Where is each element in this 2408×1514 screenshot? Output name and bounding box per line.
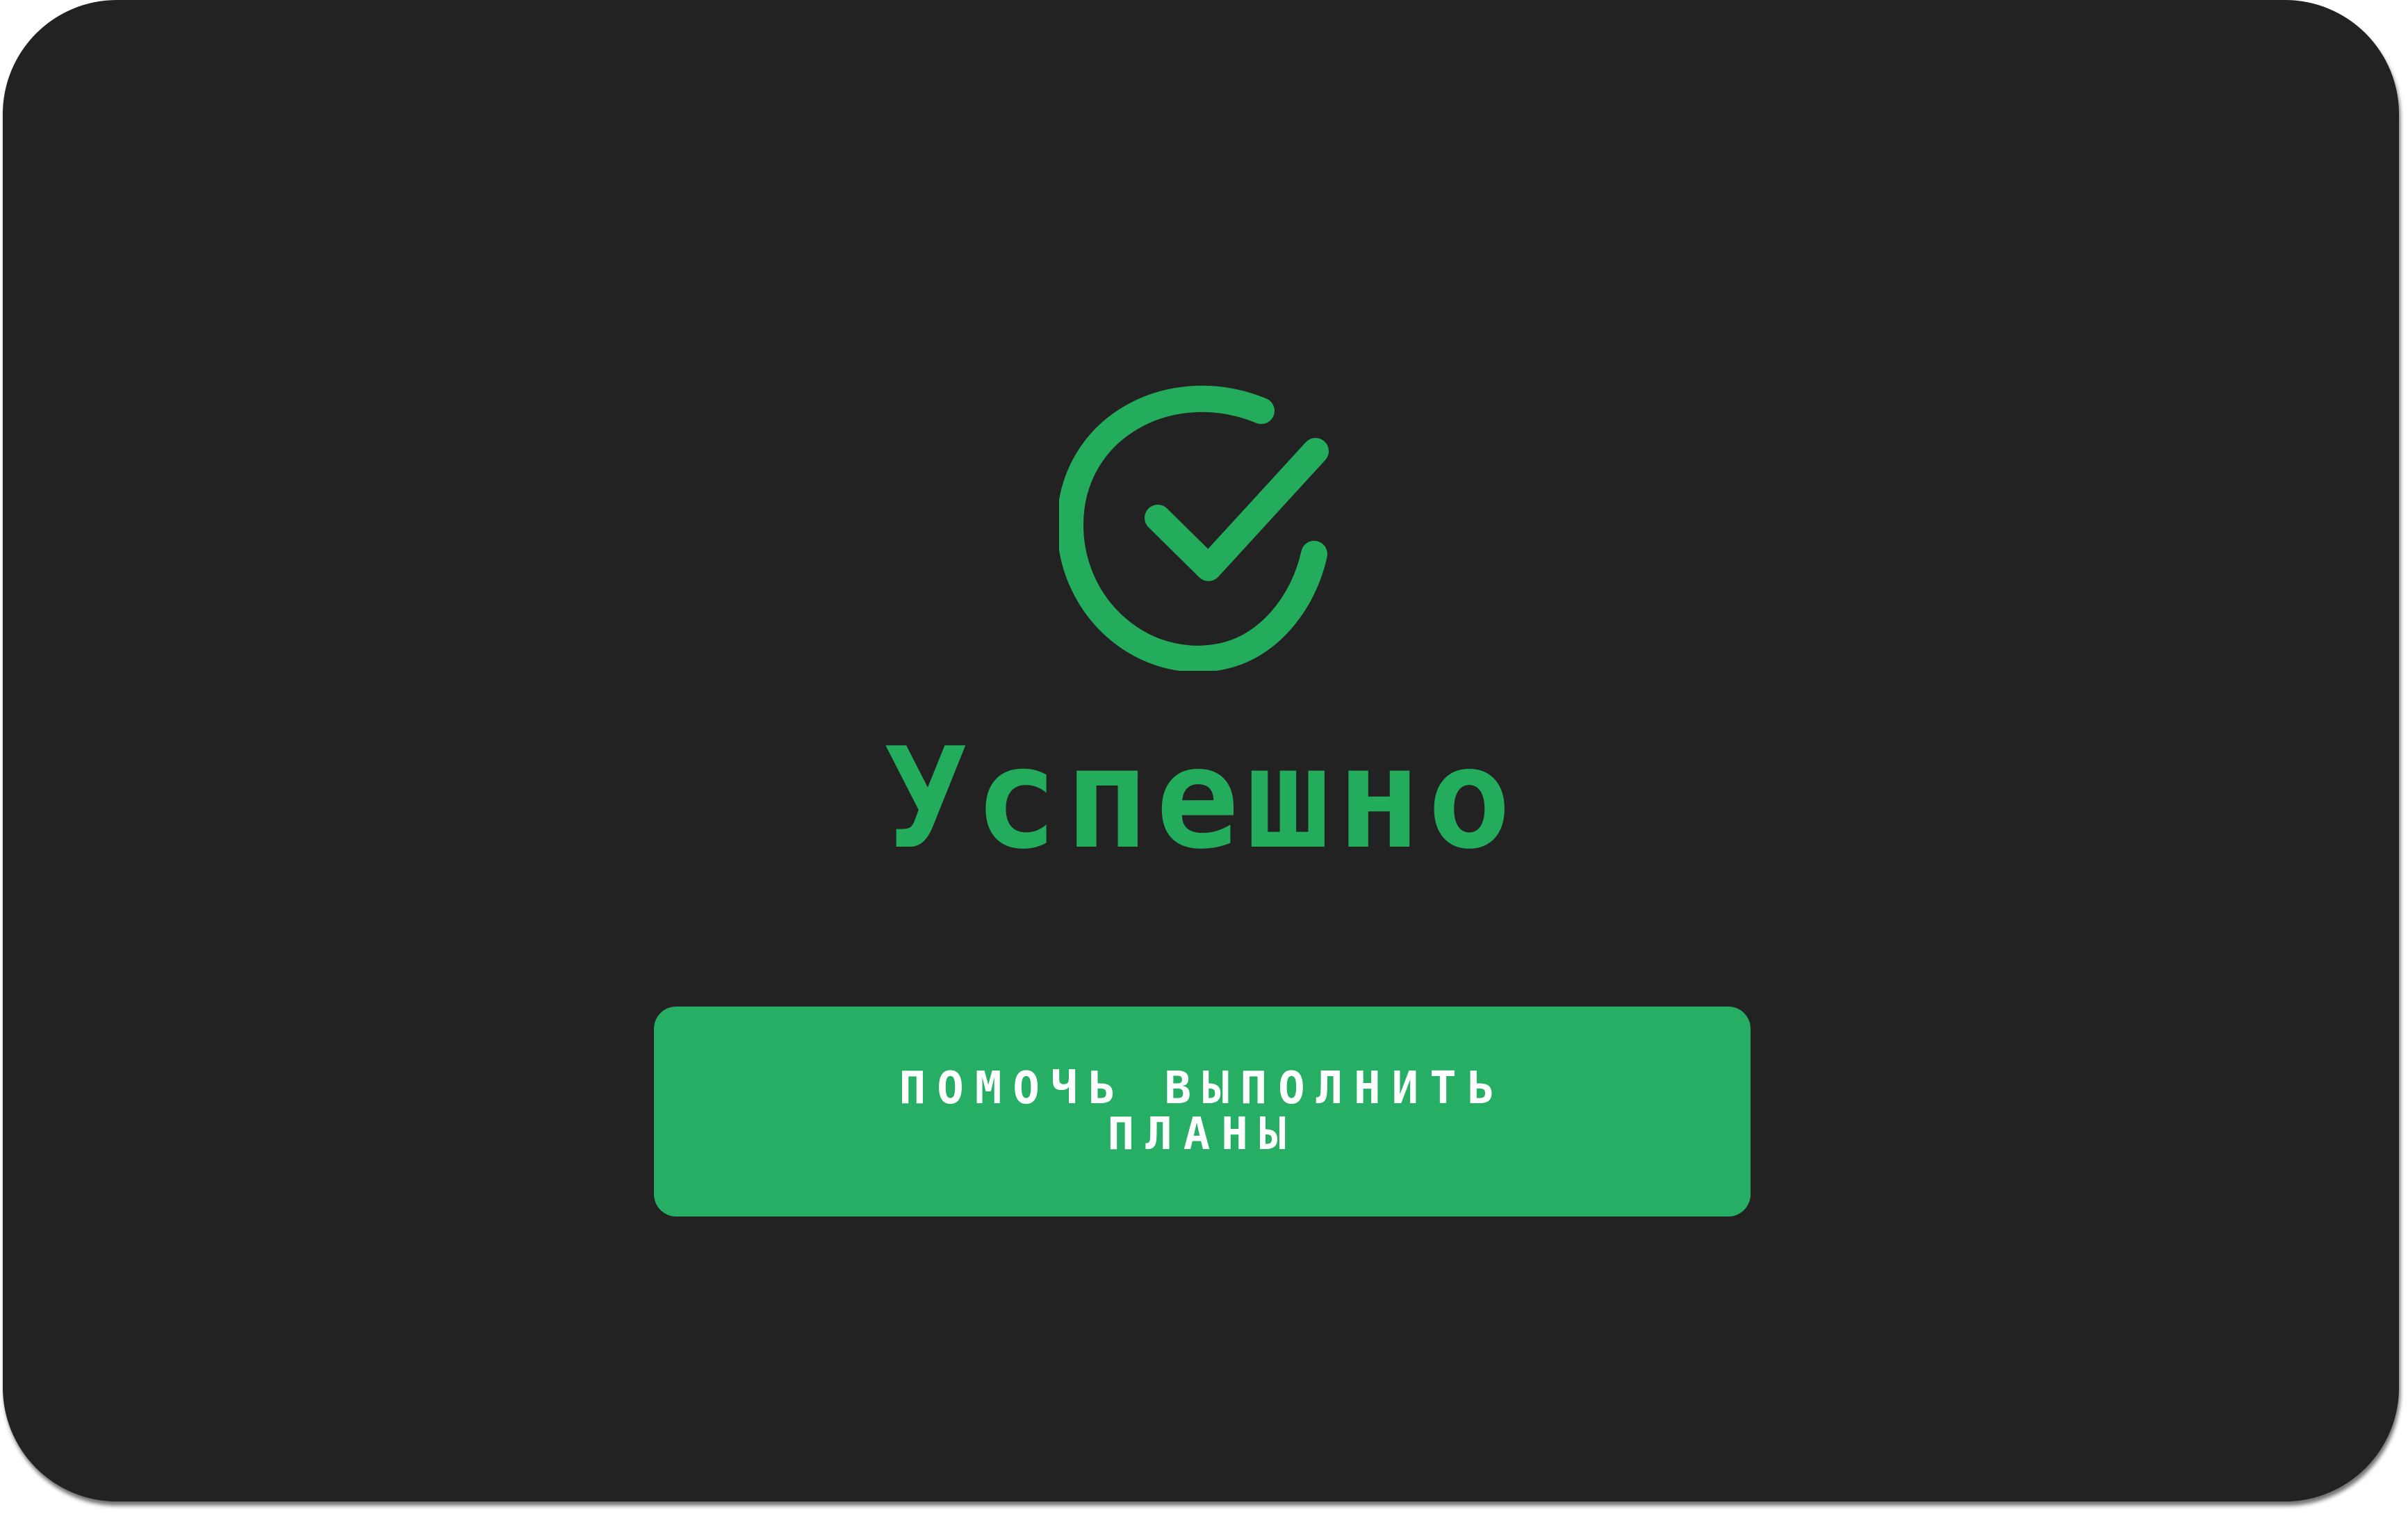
help-fulfill-plans-button[interactable]: помочь выполнить планы	[654, 1007, 1751, 1216]
check-circle-icon	[1059, 385, 1329, 671]
action-button-label: помочь выполнить планы	[899, 1063, 1506, 1160]
status-title: Успешно	[883, 718, 1518, 880]
success-dialog: Успешно помочь выполнить планы	[3, 0, 2399, 1501]
